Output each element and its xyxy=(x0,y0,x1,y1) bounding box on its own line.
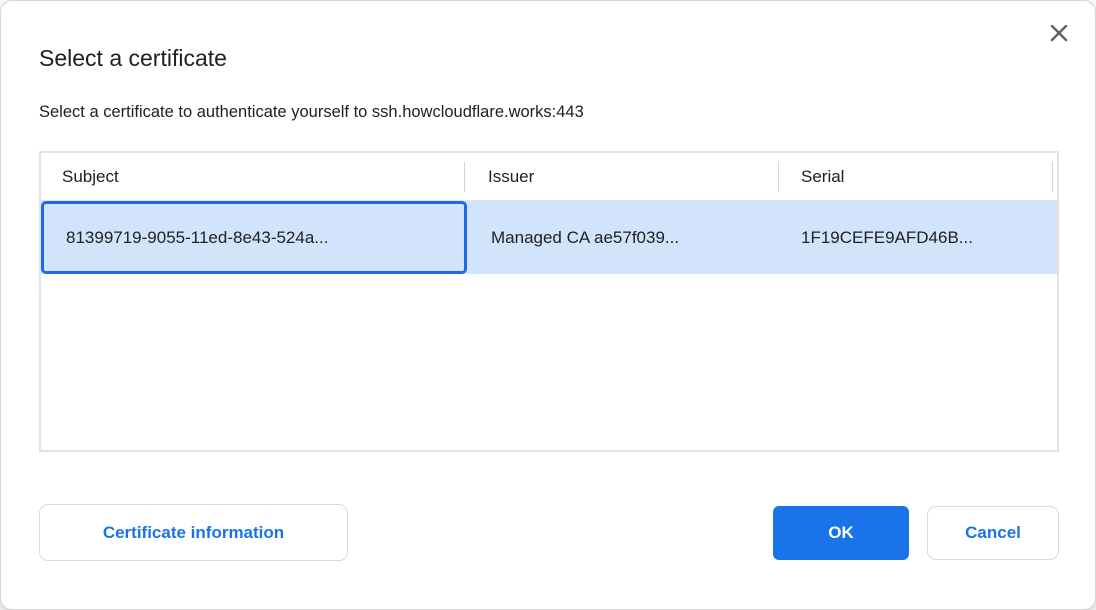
certificate-subject-cell[interactable]: 81399719-9055-11ed-8e43-524a... xyxy=(41,201,467,274)
certificate-table-header: Subject Issuer Serial xyxy=(41,153,1057,201)
dialog-title: Select a certificate xyxy=(39,45,227,72)
column-divider xyxy=(778,162,779,192)
cancel-button[interactable]: Cancel xyxy=(927,506,1059,560)
close-button[interactable] xyxy=(1045,21,1073,49)
dialog-subtitle: Select a certificate to authenticate you… xyxy=(39,103,584,122)
column-header-serial[interactable]: Serial xyxy=(778,153,1057,200)
select-certificate-dialog: Select a certificate Select a certificat… xyxy=(0,0,1096,610)
close-icon xyxy=(1048,22,1070,49)
column-header-issuer[interactable]: Issuer xyxy=(464,153,778,200)
certificate-information-button[interactable]: Certificate information xyxy=(39,504,348,561)
column-divider xyxy=(1052,162,1053,192)
certificate-row-selected[interactable]: 81399719-9055-11ed-8e43-524a... Managed … xyxy=(41,201,1057,274)
column-divider xyxy=(464,162,465,192)
column-header-subject[interactable]: Subject xyxy=(41,153,464,200)
ok-button[interactable]: OK xyxy=(773,506,909,560)
certificate-issuer-cell[interactable]: Managed CA ae57f039... xyxy=(467,201,778,274)
certificate-serial-cell[interactable]: 1F19CEFE9AFD46B... xyxy=(778,201,1057,274)
certificate-table: Subject Issuer Serial 81399719-9055-11ed… xyxy=(39,151,1059,452)
